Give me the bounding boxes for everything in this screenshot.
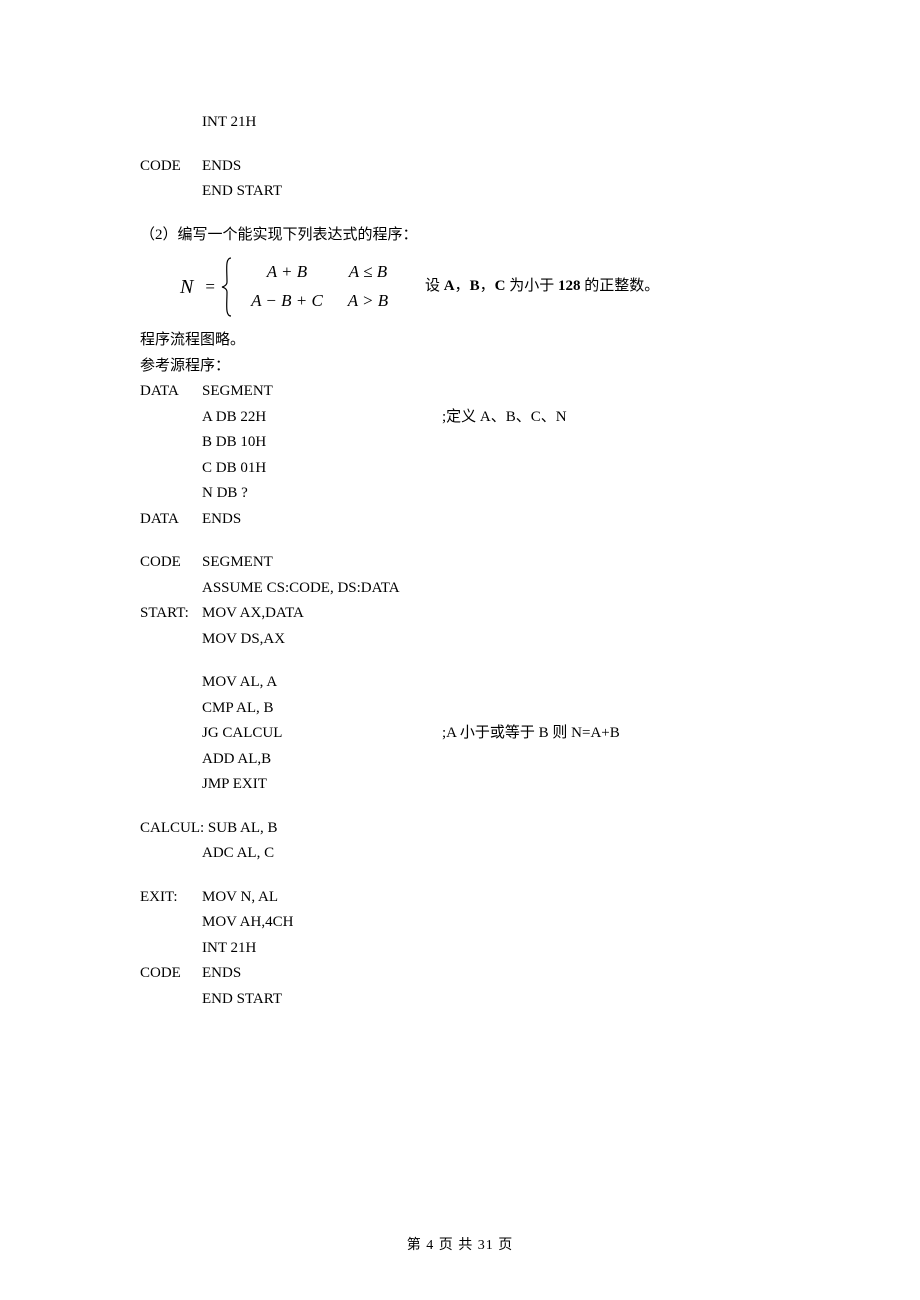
formula-description: 设 A，B，C 为小于 128 的正整数。	[425, 274, 659, 300]
desc-text: ，	[480, 278, 495, 294]
code-line: END START	[202, 987, 282, 1013]
case1-cond: A ≤ B	[335, 258, 401, 287]
code-line: SEGMENT	[202, 550, 273, 576]
formula-eq: =	[205, 273, 215, 302]
case1-expr: A + B	[239, 258, 335, 287]
code-line: MOV AX,DATA	[202, 601, 304, 627]
code-block-main: DATASEGMENT A DB 22H;定义 A、B、C、N B DB 10H…	[140, 379, 780, 1012]
code-line: JMP EXIT	[202, 772, 267, 798]
code-line: ENDS	[202, 507, 241, 533]
code-line: SUB AL, B	[208, 816, 278, 842]
code-line: JG CALCUL	[202, 721, 442, 747]
left-brace-icon	[221, 256, 235, 318]
code-label: DATA	[140, 379, 202, 405]
code-line: END START	[202, 179, 282, 205]
problem-prompt: （2）编写一个能实现下列表达式的程序：	[140, 223, 780, 249]
code-line: MOV DS,AX	[202, 627, 285, 653]
desc-text: 为小于	[505, 278, 558, 294]
code-line: SEGMENT	[202, 379, 273, 405]
desc-text: 设	[425, 278, 444, 294]
code-line: MOV AH,4CH	[202, 910, 293, 936]
code-line: C DB 01H	[202, 456, 266, 482]
formula-N: N	[180, 270, 193, 304]
ref-source: 参考源程序：	[140, 354, 780, 380]
code-line: B DB 10H	[202, 430, 266, 456]
desc-text: 的正整数。	[580, 278, 659, 294]
code-label: CODE	[140, 550, 202, 576]
code-line: ENDS	[202, 154, 241, 180]
formula: N = A + B A ≤ B A − B + C A > B 设 A，B，C …	[140, 256, 780, 318]
desc-A: A	[444, 278, 455, 294]
code-label: START:	[140, 601, 202, 627]
page-footer: 第 4 页 共 31 页	[0, 1234, 920, 1254]
code-line: N DB ?	[202, 481, 248, 507]
desc-text: ，	[455, 278, 470, 294]
code-line: INT 21H	[202, 110, 256, 136]
code-label: CALCUL:	[140, 820, 204, 836]
code-line: ASSUME CS:CODE, DS:DATA	[202, 576, 400, 602]
flow-note: 程序流程图略。	[140, 328, 780, 354]
code-line: MOV N, AL	[202, 885, 278, 911]
code-line: ADC AL, C	[202, 841, 274, 867]
code-comment: ;A 小于或等于 B 则 N=A+B	[442, 721, 620, 747]
code-label: EXIT:	[140, 885, 202, 911]
code-line: ADD AL,B	[202, 747, 271, 773]
code-comment: ;定义 A、B、C、N	[442, 405, 567, 431]
case2-expr: A − B + C	[239, 287, 335, 316]
document-page: INT 21H CODEENDS END START （2）编写一个能实现下列表…	[0, 0, 920, 1012]
code-line: CMP AL, B	[202, 696, 274, 722]
code-line: A DB 22H	[202, 405, 442, 431]
desc-128: 128	[558, 278, 581, 294]
desc-B: B	[470, 278, 480, 294]
code-label: CODE	[140, 154, 202, 180]
code-line: ENDS	[202, 961, 241, 987]
code-label: CODE	[140, 961, 202, 987]
code-label: DATA	[140, 507, 202, 533]
code-line: INT 21H	[202, 936, 256, 962]
code-line: MOV AL, A	[202, 670, 277, 696]
desc-C: C	[495, 278, 506, 294]
case2-cond: A > B	[335, 287, 401, 316]
code-block-top: INT 21H CODEENDS END START	[140, 110, 780, 205]
